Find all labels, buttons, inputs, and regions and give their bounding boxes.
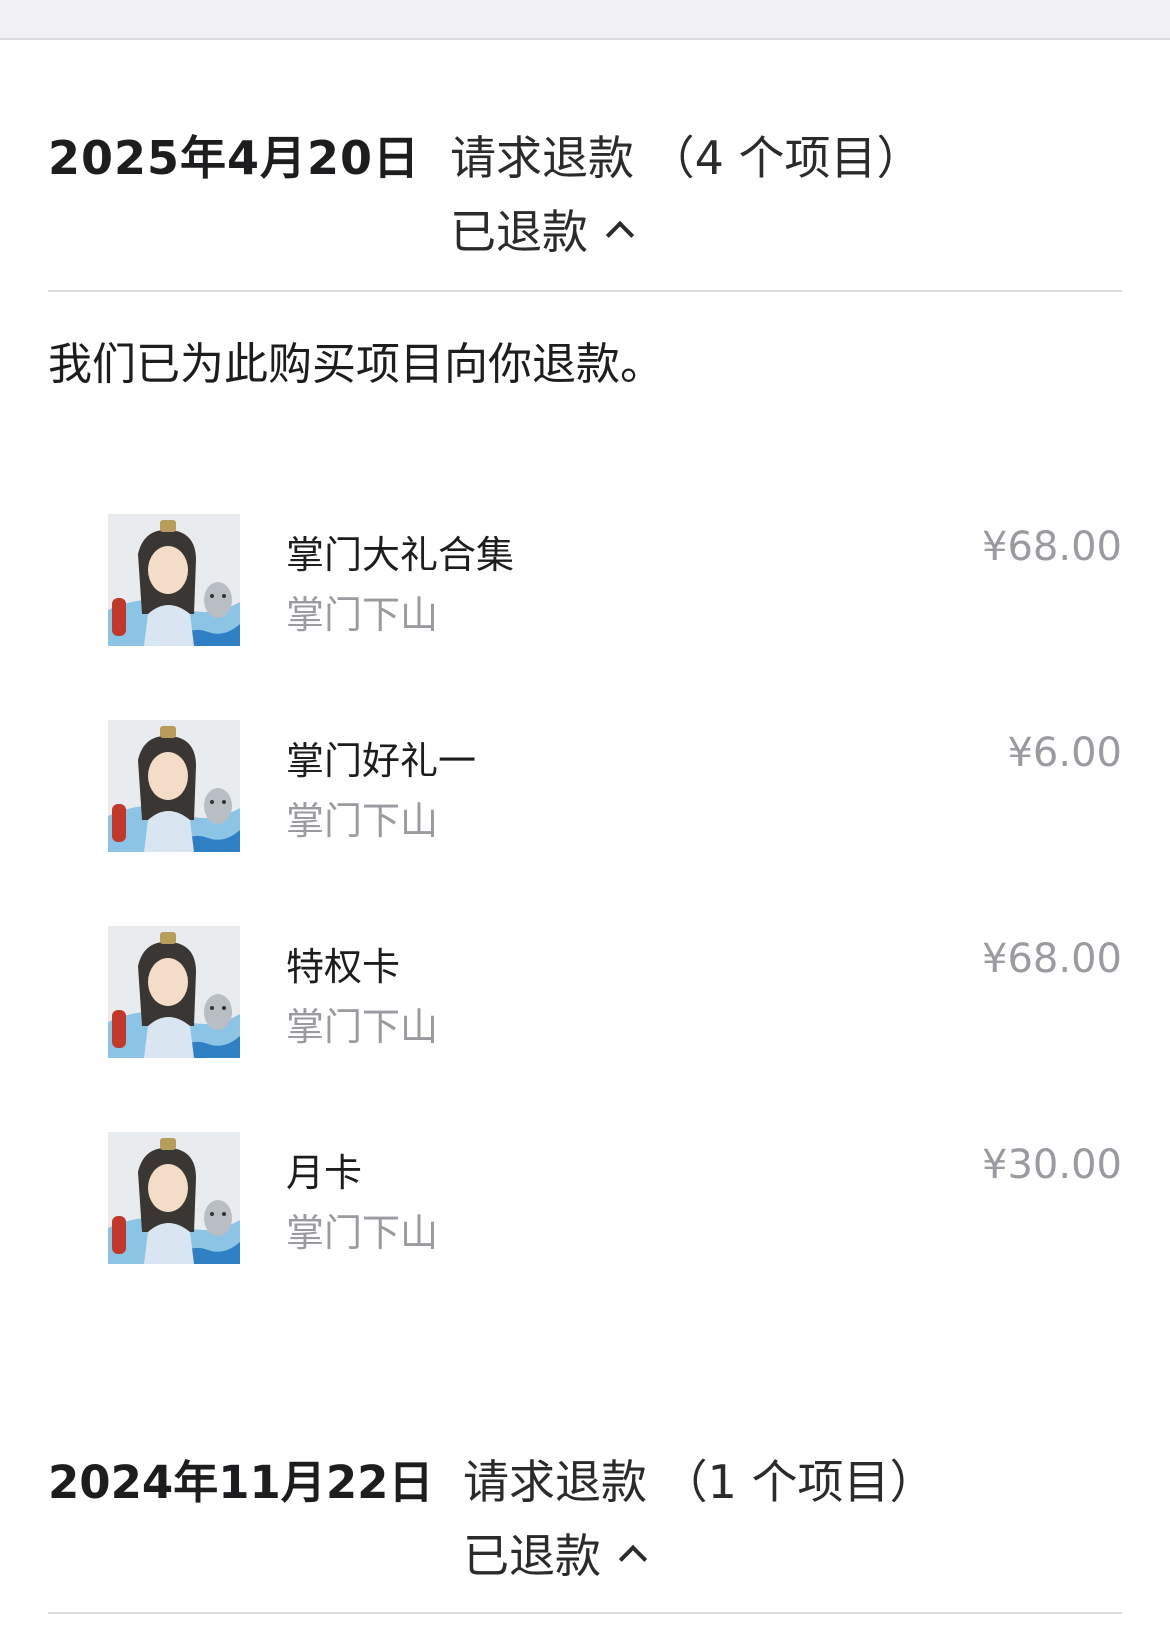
refund-status-label: 已退款 — [450, 205, 588, 259]
divider — [48, 1612, 1122, 1614]
item-app-name: 掌门下山 — [286, 799, 439, 843]
game-app-icon — [108, 720, 240, 852]
refund-status-toggle[interactable]: 已退款 — [463, 1520, 648, 1586]
refund-note: 我们已为此购买项目向你退款。 — [48, 339, 664, 390]
game-app-icon — [108, 926, 240, 1058]
item-app-name: 掌门下山 — [286, 593, 439, 637]
chevron-up-icon — [618, 1544, 648, 1574]
refund-request-title: 请求退款 （4 个项目） — [450, 131, 923, 185]
refund-request-title: 请求退款 （1 个项目） — [463, 1455, 936, 1509]
item-name: 掌门好礼一 — [286, 739, 477, 783]
list-item[interactable]: 掌门大礼合集 掌门下山 ¥68.00 — [108, 514, 1122, 650]
game-app-icon — [108, 514, 240, 646]
list-item[interactable]: 掌门好礼一 掌门下山 ¥6.00 — [108, 720, 1122, 856]
list-item[interactable]: 月卡 掌门下山 ¥30.00 — [108, 1132, 1122, 1268]
chevron-up-icon — [605, 220, 635, 250]
list-item[interactable]: 特权卡 掌门下山 ¥68.00 — [108, 926, 1122, 1062]
item-price: ¥30.00 — [982, 1142, 1122, 1188]
item-price: ¥68.00 — [982, 524, 1122, 570]
divider — [48, 290, 1122, 292]
item-name: 掌门大礼合集 — [286, 533, 515, 577]
item-name: 月卡 — [286, 1151, 363, 1195]
top-bar — [0, 0, 1170, 40]
game-app-icon — [108, 1132, 240, 1264]
item-app-name: 掌门下山 — [286, 1005, 439, 1049]
refund-status-label: 已退款 — [463, 1529, 601, 1583]
purchase-date: 2025年4月20日 — [48, 131, 421, 185]
item-name: 特权卡 — [286, 945, 401, 989]
purchase-date: 2024年11月22日 — [48, 1456, 434, 1509]
item-app-name: 掌门下山 — [286, 1211, 439, 1255]
item-price: ¥6.00 — [1007, 730, 1122, 776]
refund-status-toggle[interactable]: 已退款 — [450, 196, 635, 262]
item-price: ¥68.00 — [982, 936, 1122, 982]
